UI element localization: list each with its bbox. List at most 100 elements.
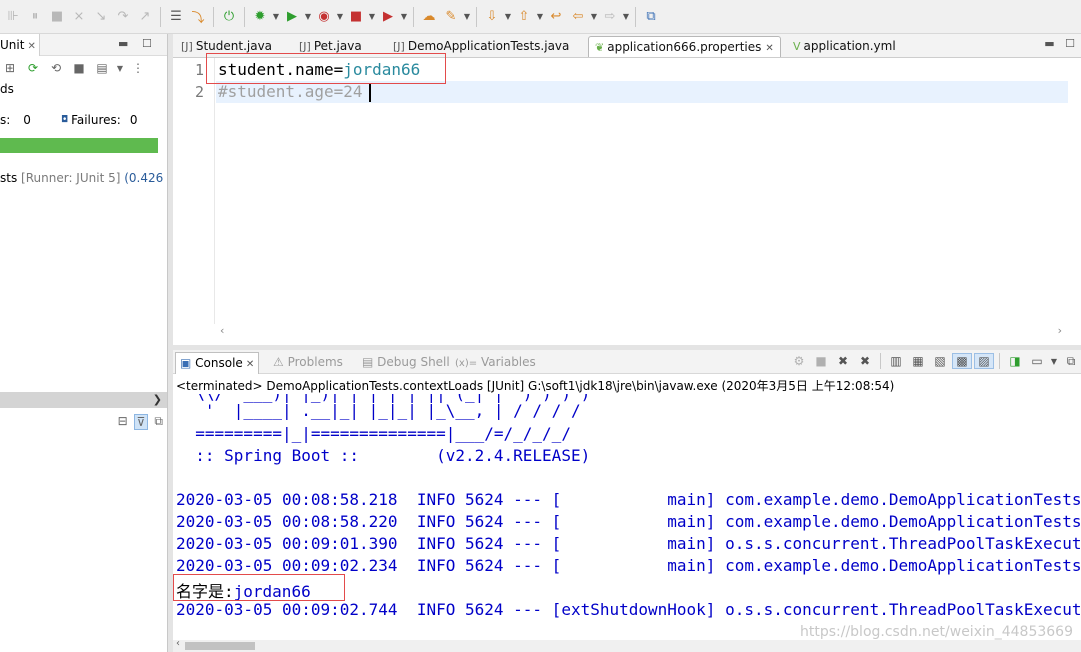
rerun-test-icon[interactable]: ⟳ [23,61,43,75]
tab-console[interactable]: ▣ Console ✕ [175,352,260,374]
tab-label: Variables [480,355,536,369]
next-annotation-icon[interactable]: ⇩ [481,6,503,28]
debug-dropdown-icon[interactable]: ▼ [271,12,281,21]
next-failure-icon[interactable]: ⊞ [0,61,20,75]
terminate-icon[interactable]: ■ [46,6,68,28]
console-output[interactable]: \\/ ___)| |_)| | | | | || (_| | ) ) ) ) … [176,394,1081,640]
resume-icon[interactable]: ⊪ [2,6,24,28]
text-caret [369,84,371,102]
leaf-file-icon: ❦ [595,41,605,54]
tab-application-yml[interactable]: ⴸ application.yml [787,36,902,57]
back-dropdown-icon[interactable]: ▼ [589,12,599,21]
maximize-icon[interactable]: ☐ [142,37,152,50]
tab-junit[interactable]: Unit ✕ [0,34,40,56]
open-task-icon[interactable]: ✎ [440,6,462,28]
failure-trace-toolbar: ⊟ ⊽ ⧉ [118,414,163,430]
failures-label: Failures: [71,113,121,127]
console-hscrollbar[interactable]: ‹ [173,638,1081,652]
test-progress-bar [0,138,158,153]
forward-dropdown-icon[interactable]: ▼ [621,12,631,21]
view-menu-icon[interactable]: ⋮ [128,61,148,75]
chevron-left-icon[interactable]: ‹ [176,638,180,649]
editor-hscrollbar[interactable]: ‹ › [216,324,1068,338]
tab-label: Pet.java [313,39,362,53]
step-over-icon[interactable]: ↷ [112,6,134,28]
tab-problems[interactable]: ⚠ Problems [269,352,347,374]
debug-icon[interactable]: ✹ [249,6,271,28]
last-edit-location-icon[interactable]: ↩ [545,6,567,28]
terminate-console-icon[interactable]: ■ [811,354,831,368]
run-dropdown-icon[interactable]: ▼ [303,12,313,21]
toolbar-separator [880,353,881,369]
compare-icon[interactable]: ⊟ [118,414,128,430]
console-icon: ▣ [180,356,192,370]
use-step-filters-icon[interactable]: ☰ [165,6,187,28]
console-tabbar: ▣ Console ✕ ⚠ Problems ▤ Debug Shell (x)=… [173,350,1081,374]
history-dropdown-icon[interactable]: ▼ [115,64,125,73]
coverage-dropdown-icon[interactable]: ▼ [335,12,345,21]
chevron-right-icon[interactable]: ❯ [153,393,162,406]
chevron-right-icon[interactable]: › [1058,324,1062,337]
back-icon[interactable]: ⇦ [567,6,589,28]
close-icon[interactable]: ✕ [27,41,35,52]
runs-value: 0 [23,113,31,127]
tab-variables[interactable]: (x)= Variables [451,352,540,374]
debug-shell-icon: ▤ [362,355,374,369]
stop-server-icon[interactable]: ■ [345,6,367,28]
next-annotation-dropdown-icon[interactable]: ▼ [503,12,513,21]
display-console-icon[interactable]: ▭ [1027,354,1047,368]
tab-application666-properties[interactable]: ❦ application666.properties ✕ [588,36,781,57]
skip-breakpoints-icon[interactable]: ⏻ [218,6,240,28]
forward-icon[interactable]: ⇨ [599,6,621,28]
chevron-left-icon[interactable]: ‹ [220,324,224,337]
drop-to-frame-icon[interactable]: ⤵ [187,6,209,28]
step-return-icon[interactable]: ↗ [134,6,156,28]
scroll-lock-icon[interactable]: ▦ [908,354,928,368]
rerun-failed-icon[interactable]: ⟲ [46,61,66,75]
editor-minmax-icon[interactable]: ▬ ☐ [1044,37,1075,50]
disconnect-icon[interactable]: ⨯ [68,6,90,28]
run-icon[interactable]: ▶ [281,6,303,28]
filter-stack-icon[interactable]: ⊽ [133,414,149,430]
stop-test-icon[interactable]: ■ [69,61,89,75]
previous-annotation-icon[interactable]: ⇧ [513,6,535,28]
tab-debug-shell[interactable]: ▤ Debug Shell [358,352,454,374]
external-tools-icon[interactable]: ▶ [377,6,399,28]
tab-label: Problems [287,355,343,369]
close-icon[interactable]: ✕ [246,359,254,370]
console-toolbar: ⚙ ■ ✖ ✖ ▥ ▦ ▧ ▩ ▨ ◨ ▭ ▼ ⧉ [789,353,1081,369]
code-line-2[interactable]: #student.age=24 [218,82,363,101]
suspend-icon[interactable]: ⏸ [24,6,46,28]
display-console-dropdown-icon[interactable]: ▼ [1049,357,1059,366]
clear-console-icon[interactable]: ▥ [886,354,906,368]
step-into-icon[interactable]: ↘ [90,6,112,28]
remove-all-launches-icon[interactable]: ✖ [855,354,875,368]
show-on-stderr-icon[interactable]: ▨ [974,353,994,369]
open-console-icon[interactable]: ⧉ [1061,354,1081,369]
word-wrap-icon[interactable]: ▧ [930,354,950,368]
junit-tab-label: Unit [0,38,25,52]
test-tree-item[interactable]: sts [Runner: JUnit 5] (0.426 s [0,171,173,185]
open-type-icon[interactable]: ☁ [418,6,440,28]
launch-description: <terminated> DemoApplicationTests.contex… [176,379,895,393]
show-on-stdout-icon[interactable]: ▩ [952,353,972,369]
stop-dropdown-icon[interactable]: ▼ [367,12,377,21]
copy-trace-icon[interactable]: ⧉ [154,414,163,430]
task-dropdown-icon[interactable]: ▼ [462,12,472,21]
pin-console-icon[interactable]: ◨ [1005,354,1025,368]
junit-hscrollbar[interactable]: ❯ [0,392,167,408]
coverage-icon[interactable]: ◉ [313,6,335,28]
previous-annotation-dropdown-icon[interactable]: ▼ [535,12,545,21]
close-icon[interactable]: ✕ [765,43,773,54]
test-history-icon[interactable]: ▤ [92,61,112,75]
stop-console-icon[interactable]: ⚙ [789,354,809,368]
log-line: 2020-03-05 00:08:58.218 INFO 5624 --- [ … [176,490,1081,509]
open-perspective-icon[interactable]: ⧉ [640,6,662,28]
line-number-gutter: 1 2 [185,58,215,324]
minimize-icon[interactable]: ▬ [118,37,128,50]
remove-launch-icon[interactable]: ✖ [833,354,853,368]
external-tools-dropdown-icon[interactable]: ▼ [399,12,409,21]
tab-label: Debug Shell [377,355,450,369]
scroll-thumb[interactable] [185,642,255,650]
toolbar-separator [413,6,414,27]
